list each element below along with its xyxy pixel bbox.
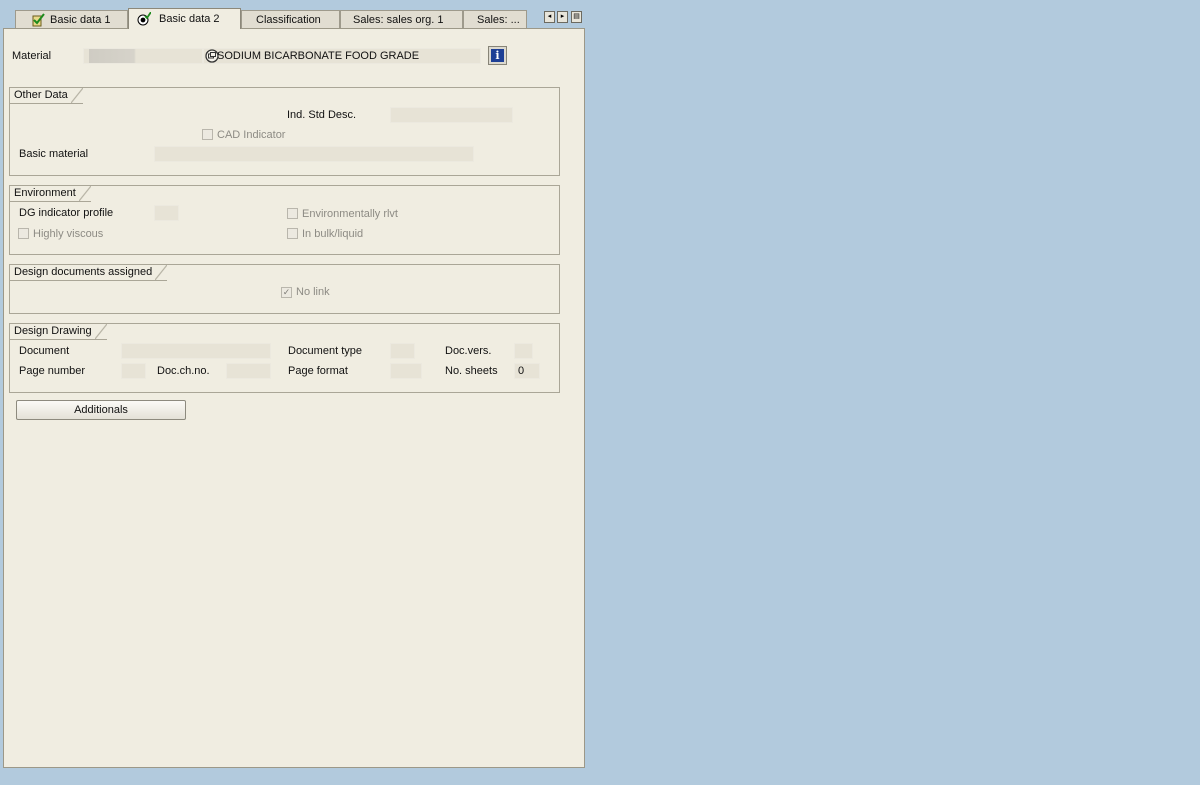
in-bulk-checkbox bbox=[287, 228, 298, 239]
page-format-field bbox=[390, 363, 422, 379]
no-sheets-label: No. sheets bbox=[445, 365, 498, 377]
doc-vers-field bbox=[514, 343, 533, 359]
checkmark-icon: ✓ bbox=[282, 287, 291, 297]
group-title: Other Data bbox=[10, 88, 83, 104]
tab-label: Basic data 2 bbox=[159, 13, 220, 25]
no-sheets-field: 0 bbox=[514, 363, 540, 379]
basic-material-label: Basic material bbox=[19, 148, 89, 160]
tab-basic-data-1[interactable]: Basic data 1 bbox=[15, 10, 128, 28]
group-title: Design documents assigned bbox=[10, 265, 168, 281]
tab-strip: Basic data 1 Basic data 2 Classification… bbox=[0, 0, 590, 29]
material-label: Material bbox=[12, 50, 52, 62]
no-link-checkbox: ✓ bbox=[281, 287, 292, 298]
cad-indicator-label: CAD Indicator bbox=[217, 129, 286, 141]
tab-classification[interactable]: Classification bbox=[241, 10, 340, 28]
check-doc-icon bbox=[137, 12, 151, 26]
highly-viscous-checkbox bbox=[18, 228, 29, 239]
document-type-field bbox=[390, 343, 415, 359]
scroll-right-button[interactable]: ▸ bbox=[557, 11, 568, 23]
check-doc-icon bbox=[32, 13, 45, 27]
document-type-label: Document type bbox=[288, 345, 362, 357]
material-description-field[interactable]: SODIUM BICARBONATE FOOD GRADE bbox=[203, 48, 481, 64]
group-title: Environment bbox=[10, 186, 91, 202]
ind-std-desc-field bbox=[390, 107, 513, 123]
tab-label: Sales: sales org. 1 bbox=[353, 14, 444, 26]
group-design-drawing: Design Drawing bbox=[9, 323, 560, 393]
doc-ch-no-field bbox=[226, 363, 271, 379]
no-link-label: No link bbox=[296, 286, 330, 298]
dg-indicator-label: DG indicator profile bbox=[19, 207, 114, 219]
ind-std-desc-label: Ind. Std Desc. bbox=[287, 109, 357, 121]
long-text-icon[interactable] bbox=[205, 49, 219, 63]
dg-indicator-field bbox=[154, 205, 179, 221]
list-icon: ▤ bbox=[573, 13, 580, 20]
additionals-button[interactable]: Additionals bbox=[16, 400, 186, 420]
doc-vers-label: Doc.vers. bbox=[445, 345, 492, 357]
tab-list-button[interactable]: ▤ bbox=[571, 11, 582, 23]
tab-label: Classification bbox=[256, 14, 321, 26]
arrow-left-icon: ◂ bbox=[547, 13, 552, 20]
group-environment: Environment bbox=[9, 185, 560, 255]
tab-sales-more[interactable]: Sales: ... bbox=[463, 10, 527, 28]
page-number-label: Page number bbox=[19, 365, 86, 377]
tab-sales-org-1[interactable]: Sales: sales org. 1 bbox=[340, 10, 463, 28]
in-bulk-label: In bulk/liquid bbox=[302, 228, 364, 240]
arrow-right-icon: ▸ bbox=[560, 13, 565, 20]
material-description-text: SODIUM BICARBONATE FOOD GRADE bbox=[217, 50, 420, 62]
info-button[interactable]: i bbox=[488, 46, 507, 65]
document-label: Document bbox=[19, 345, 70, 357]
info-icon: i bbox=[491, 49, 504, 62]
page-number-field bbox=[121, 363, 146, 379]
tab-basic-data-2[interactable]: Basic data 2 bbox=[128, 8, 241, 29]
highly-viscous-label: Highly viscous bbox=[33, 228, 104, 240]
doc-ch-no-label: Doc.ch.no. bbox=[157, 365, 210, 377]
scroll-left-button[interactable]: ◂ bbox=[544, 11, 555, 23]
group-title: Design Drawing bbox=[10, 324, 107, 340]
document-field bbox=[121, 343, 271, 359]
no-sheets-value: 0 bbox=[518, 365, 525, 377]
page-format-label: Page format bbox=[288, 365, 348, 377]
cad-indicator-checkbox bbox=[202, 129, 213, 140]
material-number-field[interactable] bbox=[83, 48, 203, 64]
tab-label: Basic data 1 bbox=[50, 14, 111, 26]
basic-material-field bbox=[154, 146, 474, 162]
env-relevant-checkbox bbox=[287, 208, 298, 219]
env-relevant-label: Environmentally rlvt bbox=[302, 208, 398, 220]
tab-label: Sales: ... bbox=[477, 14, 520, 26]
